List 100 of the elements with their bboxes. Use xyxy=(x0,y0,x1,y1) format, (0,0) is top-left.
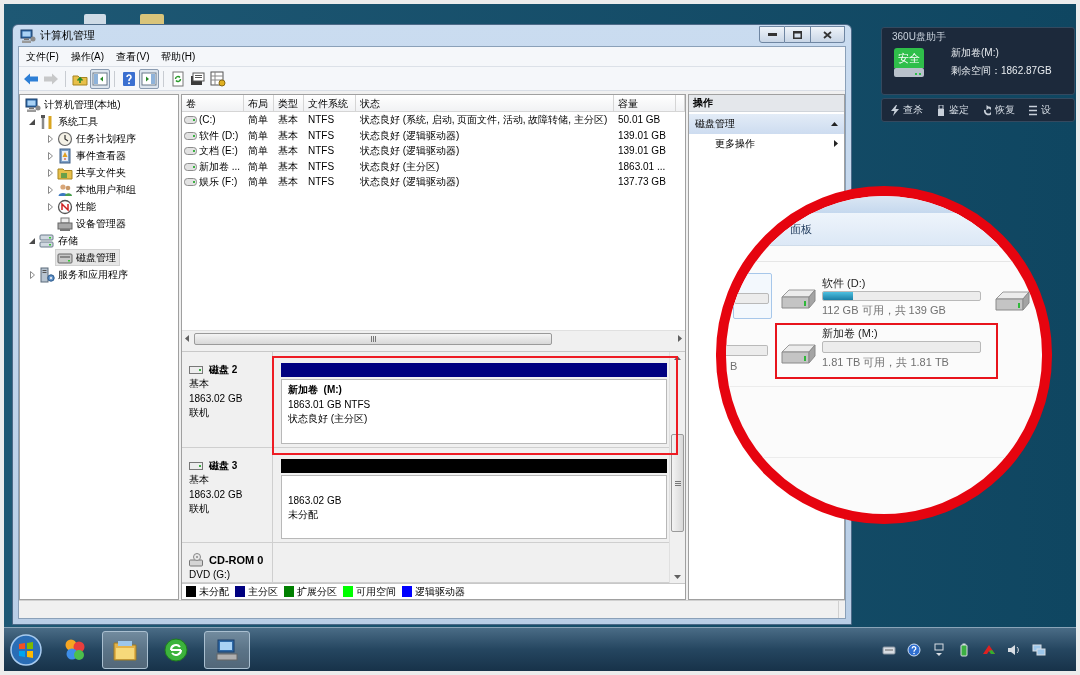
table-cell: 简单 xyxy=(248,114,268,126)
arrow-right-icon xyxy=(678,335,682,342)
minimize-icon xyxy=(767,33,777,36)
table-cell: 新加卷 ... xyxy=(199,160,241,173)
tools-icon xyxy=(39,113,55,130)
menu-item[interactable]: 操作(A) xyxy=(64,50,111,63)
network-icon[interactable] xyxy=(1032,642,1046,657)
table-cell: 简单 xyxy=(248,129,268,142)
maximize-button[interactable] xyxy=(785,26,811,43)
drive-tile[interactable] xyxy=(733,273,772,319)
drive-base-icon xyxy=(894,67,924,77)
table-cell: 状态良好 (系统, 启动, 页面文件, 活动, 故障转储, 主分区) xyxy=(360,114,608,126)
tree-item[interactable]: 事件查看器 xyxy=(55,147,130,164)
disk-info: DVD (G:) xyxy=(189,567,232,582)
caret-right-icon[interactable] xyxy=(47,185,53,194)
hard-drive-icon xyxy=(993,289,1031,313)
tool-button[interactable]: 鉴定 xyxy=(937,104,969,116)
gauge-icon xyxy=(57,198,73,215)
minimize-button[interactable] xyxy=(759,26,785,43)
partition-box[interactable]: 1863.02 GB 未分配 xyxy=(281,475,667,539)
tree-item[interactable]: 磁盘管理 xyxy=(55,249,120,266)
window-arrow-icon[interactable] xyxy=(932,642,946,657)
drive-icon xyxy=(184,162,197,171)
table-cell: 50.01 GB xyxy=(618,114,661,126)
breadcrumb[interactable]: 面板 xyxy=(790,222,812,236)
menu-item[interactable]: 文件(F) xyxy=(20,50,65,63)
tree-item[interactable]: 存储 xyxy=(37,232,82,249)
legend-label: 可用空间 xyxy=(356,585,396,598)
table-cell: 基本 xyxy=(278,129,298,142)
lightning-icon xyxy=(891,104,899,116)
storage-icon xyxy=(39,232,55,249)
column-header[interactable]: 容量 xyxy=(614,95,676,111)
tree-item[interactable]: 本地用户和组 xyxy=(55,181,140,198)
table-cell: 状态良好 (逻辑驱动器) xyxy=(360,145,460,157)
clock-icon xyxy=(57,130,73,147)
drive-icon xyxy=(184,147,197,155)
grip-icon xyxy=(674,480,681,486)
caret-right-icon[interactable] xyxy=(29,270,35,279)
partition-box[interactable]: 新加卷 (M:) 1863.01 GB NTFS 状态良好 (主分区) xyxy=(281,379,667,445)
action-item[interactable]: 更多操作 xyxy=(689,135,844,152)
table-cell: 娱乐 (F:) xyxy=(199,176,238,188)
column-header[interactable]: 布局 xyxy=(244,95,274,111)
capacity-bar xyxy=(734,293,769,304)
legend-label: 未分配 xyxy=(199,585,229,598)
horizontal-scrollbar[interactable] xyxy=(182,330,685,346)
close-button[interactable] xyxy=(811,26,845,43)
table-cell: 状态良好 (逻辑驱动器) xyxy=(360,176,460,188)
tool-button[interactable]: 恢复 xyxy=(983,104,1015,116)
disk-name: CD-ROM 0 xyxy=(209,553,264,567)
tree-item[interactable]: 计算机管理(本地) xyxy=(23,96,125,113)
disk-info: 1863.02 GB xyxy=(189,391,244,406)
vertical-scrollbar[interactable] xyxy=(669,352,685,583)
log-book-icon xyxy=(57,147,73,164)
column-header[interactable]: 卷 xyxy=(182,95,244,111)
table-cell: NTFS xyxy=(308,160,335,173)
table-cell: 文档 (E:) xyxy=(199,145,238,157)
caret-right-icon[interactable] xyxy=(47,151,53,160)
close-icon xyxy=(823,30,832,39)
tree-item[interactable]: 设备管理器 xyxy=(55,215,130,232)
legend-label: 扩展分区 xyxy=(297,585,337,598)
curved-arrow-icon xyxy=(983,104,991,116)
computer-icon xyxy=(20,27,36,44)
column-header[interactable]: 类型 xyxy=(274,95,304,111)
scroll-thumb[interactable] xyxy=(671,434,684,532)
table-cell: 基本 xyxy=(278,160,298,173)
column-header[interactable]: 文件系统 xyxy=(304,95,356,111)
tree-item[interactable]: 任务计划程序 xyxy=(55,130,140,147)
table-cell: 139.01 GB xyxy=(618,129,666,142)
hard-drive-icon xyxy=(779,287,817,311)
tool-button[interactable]: 设 xyxy=(1029,104,1051,116)
tree-item[interactable]: 系统工具 xyxy=(37,113,102,130)
help-icon[interactable] xyxy=(907,642,921,657)
tree-item[interactable]: 服务和应用程序 xyxy=(37,266,132,283)
disk-info: 基本 xyxy=(189,377,210,391)
caret-down-icon[interactable] xyxy=(29,118,35,125)
caret-right-icon[interactable] xyxy=(47,202,53,211)
table-cell: 139.01 GB xyxy=(618,145,666,157)
drive-name[interactable]: 新加卷 (M:) xyxy=(822,326,987,340)
menu-item[interactable]: 帮助(H) xyxy=(155,50,202,63)
tree-item[interactable]: 共享文件夹 xyxy=(55,164,130,181)
caret-down-icon[interactable] xyxy=(29,237,35,244)
tree-item[interactable]: 性能 xyxy=(55,198,100,215)
battery-icon[interactable] xyxy=(957,642,971,657)
table-cell: 状态良好 (主分区) xyxy=(360,160,440,173)
menu-item[interactable]: 查看(V) xyxy=(110,50,156,63)
speaker-icon[interactable] xyxy=(1007,642,1021,657)
table-cell: 1863.01 ... xyxy=(618,160,666,173)
drive-icon xyxy=(184,178,197,186)
caret-right-icon[interactable] xyxy=(47,134,53,143)
table-cell: 137.73 GB xyxy=(618,176,666,188)
tool-button[interactable]: 查杀 xyxy=(891,104,923,116)
disk-info: 联机 xyxy=(189,502,210,517)
start-button[interactable] xyxy=(9,632,43,667)
drive-name[interactable]: 软件 (D:) xyxy=(822,276,987,290)
scroll-thumb[interactable] xyxy=(194,332,552,345)
action-section[interactable]: 磁盘管理 xyxy=(689,114,844,134)
column-header[interactable]: 状态 xyxy=(356,95,614,111)
table-cell: 状态良好 (逻辑驱动器) xyxy=(360,129,460,142)
caret-right-icon[interactable] xyxy=(47,168,53,177)
partition-info: 1863.01 GB NTFS xyxy=(288,397,372,412)
